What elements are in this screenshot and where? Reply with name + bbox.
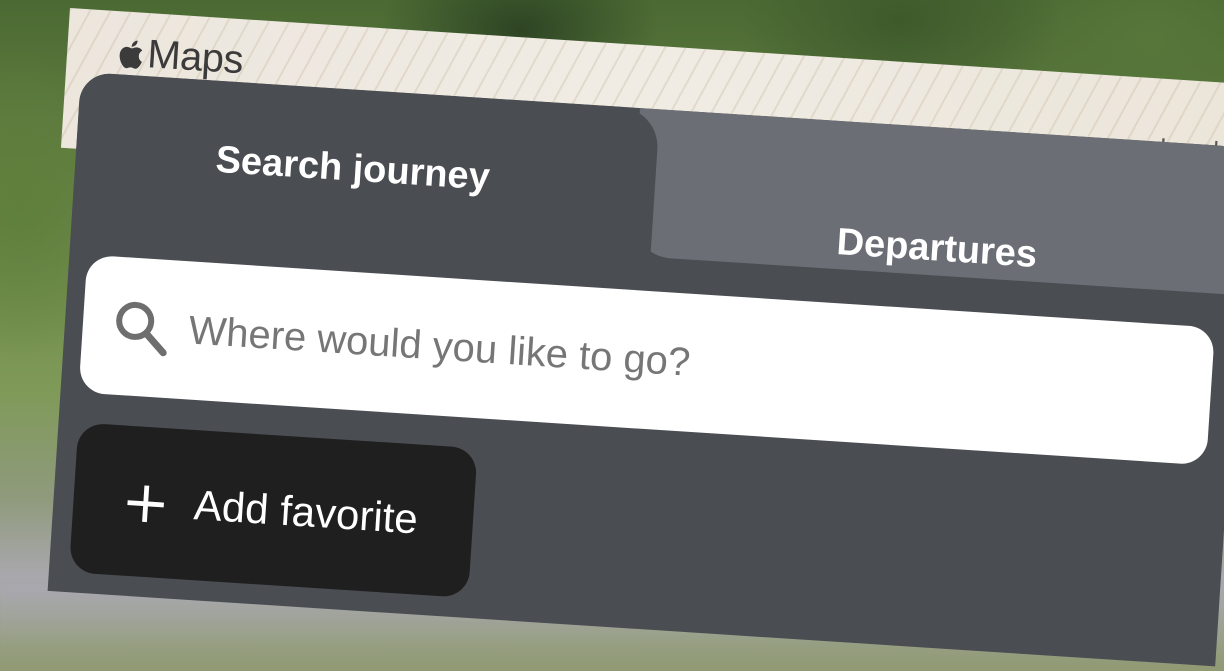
search-icon: [116, 301, 167, 357]
add-favorite-label: Add favorite: [192, 481, 420, 543]
background-photo: Maps Legal Search journey Departures + A…: [0, 0, 1224, 671]
journey-panel: Search journey Departures + Add favorite: [47, 71, 1224, 667]
search-input[interactable]: [185, 306, 1091, 413]
journey-card: Maps Legal Search journey Departures + A…: [47, 28, 1224, 667]
maps-brand-label: Maps: [146, 32, 245, 83]
apple-icon: [119, 40, 143, 69]
plus-icon: +: [119, 466, 173, 538]
add-favorite-button[interactable]: + Add favorite: [68, 422, 478, 598]
